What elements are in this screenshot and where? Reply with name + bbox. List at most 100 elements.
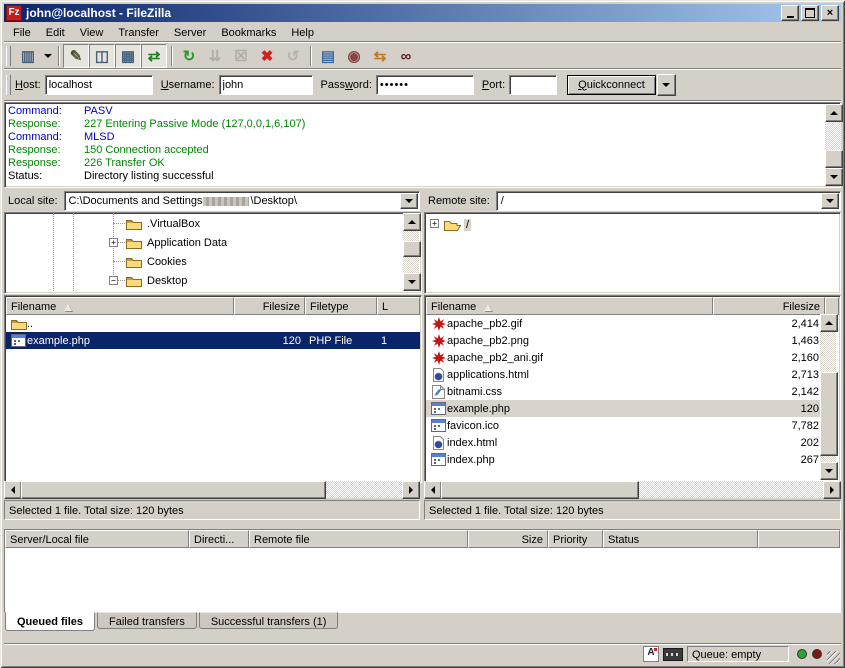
queue-column-size[interactable]: Size xyxy=(468,530,548,548)
expand-icon[interactable]: + xyxy=(430,219,439,228)
file-row-apache-pb2-png[interactable]: apache_pb2.png1,463 xyxy=(426,332,823,349)
resize-grip[interactable] xyxy=(827,651,840,664)
maximize-button[interactable] xyxy=(801,5,819,21)
file-row-favicon-ico[interactable]: favicon.ico7,782 xyxy=(426,417,823,434)
quickconnect-button[interactable]: Quickconnect xyxy=(567,75,656,95)
toolbar-grip[interactable] xyxy=(6,75,11,95)
scrollbar-thumb[interactable] xyxy=(21,481,326,499)
compare-button[interactable]: ◉ xyxy=(341,44,367,68)
refresh-button[interactable]: ↻ xyxy=(176,44,202,68)
file-name: example.php xyxy=(27,335,90,347)
scrollbar-thumb[interactable] xyxy=(825,150,843,168)
menu-transfer[interactable]: Transfer xyxy=(111,25,167,41)
site-manager-dropdown-button[interactable] xyxy=(41,45,54,67)
remote-site-dropdown-button[interactable] xyxy=(821,193,839,209)
tree-item-root[interactable]: / xyxy=(444,216,471,233)
log-line: Command:MLSD xyxy=(8,131,822,144)
username-input[interactable] xyxy=(219,75,313,95)
file-row-apache-pb2-ani-gif[interactable]: apache_pb2_ani.gif2,160 xyxy=(426,349,823,366)
tree-item-desktop[interactable]: Desktop xyxy=(125,272,189,289)
expand-icon[interactable]: + xyxy=(109,238,118,247)
column-header-filename[interactable]: Filename xyxy=(426,297,713,315)
scrollbar-thumb[interactable] xyxy=(403,241,421,257)
menu-file[interactable]: File xyxy=(6,25,39,41)
tree-item-cookies[interactable]: Cookies xyxy=(125,253,189,270)
file-row-example-php[interactable]: example.php120 xyxy=(426,400,823,417)
queue-column-status[interactable]: Status xyxy=(603,530,758,548)
queue-column-priority[interactable]: Priority xyxy=(548,530,603,548)
menu-help[interactable]: Help xyxy=(284,25,322,41)
tab-successful-transfers-1-[interactable]: Successful transfers (1) xyxy=(199,612,339,629)
folder-icon xyxy=(125,274,142,288)
queue-column-directi-[interactable]: Directi... xyxy=(189,530,249,548)
file-row--[interactable]: .. xyxy=(6,315,420,332)
scrollbar-thumb[interactable] xyxy=(820,372,838,456)
remote-list-scrollbar[interactable] xyxy=(820,314,836,480)
log-text: 226 Transfer OK xyxy=(84,157,165,170)
divider xyxy=(4,41,841,43)
menu-bookmarks[interactable]: Bookmarks xyxy=(214,25,284,41)
disconnect-button[interactable]: ✖ xyxy=(254,44,280,68)
toggle-log-button[interactable]: ✎ xyxy=(63,44,89,68)
toggle-local-tree-button[interactable]: ◫ xyxy=(89,44,115,68)
toggle-queue-button[interactable]: ⇄ xyxy=(141,44,167,68)
scrollbar-thumb[interactable] xyxy=(441,481,639,499)
file-row-index-html[interactable]: index.html202 xyxy=(426,434,823,451)
toggle-remote-tree-button[interactable]: ▦ xyxy=(115,44,141,68)
password-input[interactable] xyxy=(376,75,474,95)
tree-item-application-data[interactable]: Application Data xyxy=(125,234,229,251)
scroll-up-button[interactable] xyxy=(403,213,421,231)
collapse-icon[interactable]: − xyxy=(109,276,118,285)
tree-item--virtualbox[interactable]: .VirtualBox xyxy=(125,215,202,232)
arrow-right-icon xyxy=(830,486,834,494)
local-site-dropdown-button[interactable] xyxy=(400,193,418,209)
toolbar-grip[interactable] xyxy=(6,46,11,66)
remote-list-hscrollbar[interactable] xyxy=(424,481,841,498)
tree-item-label: / xyxy=(464,219,471,231)
column-header-filesize[interactable]: Filesize xyxy=(713,297,825,315)
column-header-filename[interactable]: Filename xyxy=(6,297,234,315)
file-row-example-php[interactable]: example.php120PHP File1 xyxy=(6,332,420,349)
column-header-l[interactable]: L xyxy=(377,297,420,315)
file-row-bitnami-css[interactable]: bitnami.css2,142 xyxy=(426,383,823,400)
scroll-left-button[interactable] xyxy=(4,481,22,499)
tab-failed-transfers[interactable]: Failed transfers xyxy=(97,612,197,629)
queue-column-server-local-file[interactable]: Server/Local file xyxy=(5,530,189,548)
scroll-up-button[interactable] xyxy=(825,104,843,122)
scroll-up-button[interactable] xyxy=(820,314,838,332)
menu-view[interactable]: View xyxy=(73,25,112,41)
minimize-button[interactable] xyxy=(781,5,799,21)
host-input[interactable] xyxy=(45,75,153,95)
remote-site-combobox[interactable]: / xyxy=(496,191,841,211)
queue-column-remote-file[interactable]: Remote file xyxy=(249,530,468,548)
local-tree-scrollbar[interactable] xyxy=(403,213,419,291)
speed-limit-icon[interactable] xyxy=(663,648,683,661)
local-list-hscrollbar[interactable] xyxy=(4,481,420,498)
log-scrollbar[interactable] xyxy=(825,104,841,186)
file-row-index-php[interactable]: index.php267 xyxy=(426,451,823,468)
menu-edit[interactable]: Edit xyxy=(39,25,73,41)
column-header-filesize[interactable]: Filesize xyxy=(234,297,305,315)
local-path-before: C:\Documents and Settings xyxy=(69,195,203,207)
menu-server[interactable]: Server xyxy=(167,25,214,41)
filter-button[interactable]: ▤ xyxy=(315,44,341,68)
file-row-apache-pb2-gif[interactable]: apache_pb2.gif2,414 xyxy=(426,315,823,332)
scroll-down-button[interactable] xyxy=(403,273,421,291)
tab-queued-files[interactable]: Queued files xyxy=(5,612,95,631)
scroll-left-button[interactable] xyxy=(424,481,442,499)
file-row-applications-html[interactable]: applications.html2,713 xyxy=(426,366,823,383)
column-header-filetype[interactable]: Filetype xyxy=(305,297,377,315)
close-button[interactable]: × xyxy=(821,5,839,21)
scroll-down-button[interactable] xyxy=(820,462,838,480)
scroll-right-button[interactable] xyxy=(823,481,841,499)
cell-filesize: 2,142 xyxy=(712,386,823,398)
data-type-icon[interactable]: A xyxy=(643,646,659,662)
quickconnect-dropdown-button[interactable] xyxy=(657,74,676,96)
find-button[interactable]: ∞ xyxy=(393,44,419,68)
port-input[interactable] xyxy=(509,75,557,95)
scroll-right-button[interactable] xyxy=(402,481,420,499)
site-manager-button[interactable]: ▥ xyxy=(15,44,41,68)
sync-browse-button[interactable]: ⇆ xyxy=(367,44,393,68)
local-site-combobox[interactable]: C:\Documents and Settings\Desktop\ xyxy=(64,191,420,211)
scroll-down-button[interactable] xyxy=(825,168,843,186)
